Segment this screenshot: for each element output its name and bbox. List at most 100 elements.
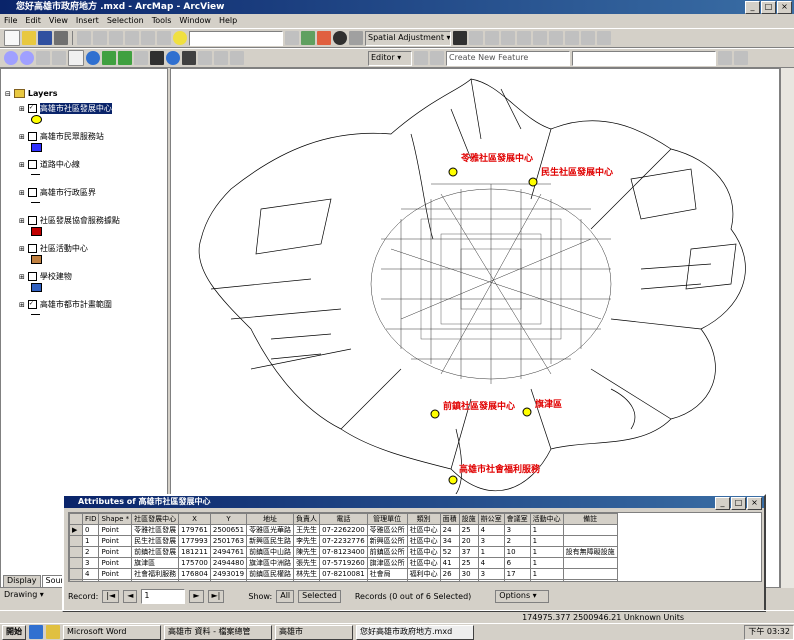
edit-tool-icon[interactable]	[414, 51, 428, 65]
tab-display[interactable]: Display	[3, 575, 41, 588]
table-cell[interactable]: 1	[81, 535, 100, 547]
prev-record-button[interactable]: ◄	[123, 589, 138, 603]
column-header[interactable]: Y	[209, 513, 248, 525]
identity-link-icon[interactable]	[517, 31, 531, 45]
expand-icon[interactable]: ⊞	[19, 217, 25, 225]
layer-visibility-checkbox[interactable]: ✓	[27, 104, 37, 113]
table-cell[interactable]: 52	[439, 546, 460, 558]
table-cell[interactable]	[562, 535, 618, 547]
facility-marker[interactable]	[522, 407, 532, 417]
first-record-button[interactable]: |◄	[102, 589, 120, 603]
table-cell[interactable]: 07-8011108	[319, 579, 368, 581]
table-cell[interactable]: 2491779	[209, 579, 248, 581]
column-header[interactable]: 設施	[458, 513, 479, 525]
column-header[interactable]: 社區發展中心	[131, 513, 180, 525]
row-selector[interactable]	[69, 568, 83, 580]
link-table-icon[interactable]	[549, 31, 563, 45]
table-cell[interactable]: 李先生	[293, 535, 321, 547]
table-minimize-button[interactable]: _	[715, 497, 730, 510]
adjust-icon[interactable]	[469, 31, 483, 45]
column-header[interactable]: X	[178, 513, 211, 525]
table-close-button[interactable]: ×	[747, 497, 762, 510]
table-cell[interactable]: Point	[98, 557, 133, 569]
table-cell[interactable]: 4	[477, 557, 505, 569]
identify-icon[interactable]	[166, 51, 180, 65]
row-selector[interactable]	[69, 535, 83, 547]
attribute-table-window[interactable]: Attributes of 高雄市社區發展中心 _ □ × FID Shape *…	[62, 494, 766, 612]
select-features-icon[interactable]	[134, 51, 148, 65]
find-icon[interactable]	[182, 51, 196, 65]
expand-icon[interactable]: ⊞	[19, 245, 25, 253]
table-cell[interactable]: 07-2262200	[319, 524, 368, 536]
quicklaunch-ie-icon[interactable]	[29, 625, 43, 639]
table-cell[interactable]: Point	[98, 568, 133, 580]
table-cell[interactable]: 陳先生	[293, 546, 321, 558]
table-cell[interactable]: Point	[98, 579, 133, 581]
print-icon[interactable]	[54, 31, 68, 45]
table-cell[interactable]: 1	[529, 568, 564, 580]
table-cell[interactable]: 社區中心	[406, 579, 441, 581]
table-cell[interactable]: 前鎮區中山路	[246, 546, 295, 558]
column-header[interactable]: 電話	[319, 513, 368, 525]
table-row[interactable]: ▶ 0 Point 苓雅社區發展 179761 2500651 苓雅區光華路 王先生 07-22…	[69, 524, 618, 536]
table-maximize-button[interactable]: □	[731, 497, 746, 510]
toc-layer[interactable]: ⊞ 學校建物	[19, 271, 72, 282]
table-cell[interactable]: 26	[439, 568, 460, 580]
table-cell[interactable]: 前鎮區民權路	[246, 568, 295, 580]
zoom-out-icon[interactable]	[20, 51, 34, 65]
attribute-transfer-icon[interactable]	[581, 31, 595, 45]
copy-icon[interactable]	[93, 31, 107, 45]
collapse-icon[interactable]: ⊟	[5, 90, 11, 98]
table-cell[interactable]: 前鎮社區發展	[131, 546, 180, 558]
column-header[interactable]: Shape *	[98, 513, 133, 525]
table-cell[interactable]: 6	[503, 579, 531, 581]
facility-marker[interactable]	[448, 167, 458, 177]
toc-layer[interactable]: ⊞ ✓ 高雄市都市計畫範圍	[19, 299, 112, 310]
forward-extent-icon[interactable]	[118, 51, 132, 65]
drawing-menu[interactable]: Drawing ▾	[4, 590, 44, 599]
table-cell[interactable]: 17	[503, 568, 531, 580]
maximize-button[interactable]: □	[761, 1, 776, 14]
editor-menu[interactable]: Editor ▾	[368, 50, 412, 66]
menu-view[interactable]: View	[49, 14, 68, 28]
table-row[interactable]: 2 Point 前鎮社區發展 181211 2494761 前鎮區中山路 陳先生 07-812…	[69, 546, 618, 558]
table-cell[interactable]: 175700	[178, 557, 211, 569]
preview-icon[interactable]	[565, 31, 579, 45]
table-cell[interactable]: 小港社區發展	[131, 579, 180, 581]
table-cell[interactable]: 33	[458, 579, 479, 581]
table-cell[interactable]: 07-8210081	[319, 568, 368, 580]
table-cell[interactable]: 176804	[178, 568, 211, 580]
expand-icon[interactable]: ⊞	[19, 189, 25, 197]
table-cell[interactable]: 社區中心	[406, 557, 441, 569]
record-number-field[interactable]: 1	[141, 588, 186, 604]
attributes-icon[interactable]	[718, 51, 732, 65]
column-header[interactable]: 面積	[439, 513, 460, 525]
table-cell[interactable]: 1	[529, 535, 564, 547]
fixed-zoom-out-icon[interactable]	[52, 51, 66, 65]
table-cell[interactable]: 民生社區發展	[131, 535, 180, 547]
table-row[interactable]: 5Point小港社區發展1816172491779小港區沿海路黃先生07-801…	[69, 579, 618, 581]
menu-help[interactable]: Help	[219, 14, 237, 28]
command-line-icon[interactable]	[333, 31, 347, 45]
editor-toolbar-icon[interactable]	[301, 31, 315, 45]
add-data-icon[interactable]	[173, 31, 187, 45]
table-cell[interactable]	[562, 568, 618, 580]
layer-name[interactable]: 高雄市民眾服務站	[40, 131, 104, 142]
table-cell[interactable]: 181211	[178, 546, 211, 558]
table-cell[interactable]: 4	[477, 524, 505, 536]
layer-name[interactable]: 社區活動中心	[40, 243, 88, 254]
table-cell[interactable]: 社區中心	[406, 546, 441, 558]
table-cell[interactable]: 1	[529, 557, 564, 569]
table-cell[interactable]: 181617	[178, 579, 211, 581]
table-cell[interactable]: 設有無障礙設施	[562, 579, 618, 581]
open-icon[interactable]	[22, 31, 36, 45]
sketch-properties-icon[interactable]	[734, 51, 748, 65]
layer-visibility-checkbox[interactable]	[27, 244, 37, 253]
sketch-tool-icon[interactable]	[430, 51, 444, 65]
row-selector[interactable]	[69, 557, 83, 569]
toc-layer[interactable]: ⊞ 高雄市行政區界	[19, 187, 96, 198]
table-cell[interactable]: 黃先生	[293, 579, 321, 581]
layer-name[interactable]: 高雄市都市計畫範圍	[40, 299, 112, 310]
table-cell[interactable]: 社會福利服務	[131, 568, 180, 580]
layer-name[interactable]: 高雄市社區發展中心	[39, 103, 112, 114]
